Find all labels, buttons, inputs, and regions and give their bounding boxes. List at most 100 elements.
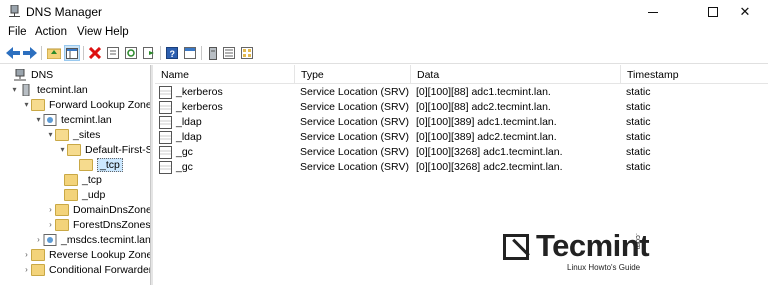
tree-item-tcp-selected[interactable]: _tcp bbox=[79, 157, 123, 172]
table-row[interactable]: _ldap Service Location (SRV) [0][100][38… bbox=[155, 130, 768, 145]
folder-icon bbox=[31, 98, 45, 111]
tecmint-watermark: Tecmint .com Linux Howto's Guide bbox=[503, 228, 653, 275]
collapse-arrow-icon[interactable]: ▾ bbox=[34, 115, 43, 124]
tree-item-label: tecmint.lan bbox=[37, 83, 88, 96]
menu-view[interactable]: View bbox=[77, 26, 102, 38]
server-button[interactable] bbox=[205, 45, 221, 61]
tree-item-label: DomainDnsZones bbox=[73, 203, 151, 216]
tree-item-domaindnszones[interactable]: › DomainDnsZones bbox=[46, 202, 151, 217]
expand-arrow-icon[interactable]: › bbox=[22, 265, 31, 274]
srv-record-icon bbox=[159, 161, 172, 174]
refresh-button[interactable] bbox=[123, 45, 139, 61]
tree-item-default-first-site[interactable]: ▾ Default-First-S bbox=[58, 142, 150, 157]
cell-name: _kerberos bbox=[176, 101, 223, 113]
toolbar-separator bbox=[201, 46, 202, 60]
cell-data: [0][100][3268] adc2.tecmint.lan. bbox=[416, 161, 563, 173]
tree-item-label: Conditional Forwarders bbox=[49, 263, 151, 276]
maximize-icon bbox=[708, 7, 718, 17]
close-button[interactable]: ✕ bbox=[722, 0, 768, 24]
show-console-tree-button[interactable] bbox=[64, 45, 80, 61]
expand-arrow-icon[interactable]: › bbox=[22, 250, 31, 259]
list-view-button[interactable] bbox=[221, 45, 237, 61]
tree-item-server[interactable]: ▾ tecmint.lan bbox=[10, 82, 88, 97]
details-view-button[interactable] bbox=[239, 45, 255, 61]
cell-name: _gc bbox=[176, 161, 193, 173]
collapse-arrow-icon[interactable]: ▾ bbox=[10, 85, 19, 94]
cell-type: Service Location (SRV) bbox=[300, 101, 409, 113]
back-button[interactable] bbox=[5, 45, 21, 61]
watermark-tagline: Linux Howto's Guide bbox=[567, 263, 641, 272]
menu-action[interactable]: Action bbox=[35, 26, 67, 38]
toolbar: ? bbox=[0, 42, 768, 64]
column-header-name[interactable]: Name bbox=[155, 65, 295, 84]
cell-timestamp: static bbox=[626, 101, 651, 113]
cell-name: _ldap bbox=[176, 116, 202, 128]
folder-icon bbox=[31, 263, 45, 276]
toolbar-separator bbox=[83, 46, 84, 60]
column-header-data[interactable]: Data bbox=[411, 65, 621, 84]
tree-item-forward-lookup-zones[interactable]: ▾ Forward Lookup Zones bbox=[22, 97, 151, 112]
expand-arrow-icon[interactable]: › bbox=[46, 205, 55, 214]
column-header-type[interactable]: Type bbox=[295, 65, 411, 84]
cell-name: _gc bbox=[176, 146, 193, 158]
srv-record-icon bbox=[159, 146, 172, 159]
srv-record-icon bbox=[159, 86, 172, 99]
table-row[interactable]: _kerberos Service Location (SRV) [0][100… bbox=[155, 100, 768, 115]
tree-item-label: Forward Lookup Zones bbox=[49, 98, 151, 111]
expand-arrow-icon[interactable]: › bbox=[34, 235, 43, 244]
cell-timestamp: static bbox=[626, 86, 651, 98]
export-list-button[interactable] bbox=[141, 45, 157, 61]
console-button[interactable] bbox=[182, 45, 198, 61]
pane-splitter[interactable] bbox=[151, 65, 153, 285]
cell-data: [0][100][389] adc2.tecmint.lan. bbox=[416, 131, 557, 143]
cell-timestamp: static bbox=[626, 161, 651, 173]
details-icon bbox=[241, 47, 253, 59]
title-bar: DNS Manager ✕ bbox=[0, 0, 768, 24]
tree-item-sites[interactable]: ▾ _sites bbox=[46, 127, 100, 142]
minimize-icon bbox=[648, 11, 658, 13]
menu-help[interactable]: Help bbox=[105, 26, 129, 38]
help-button[interactable]: ? bbox=[164, 45, 180, 61]
export-icon bbox=[143, 47, 154, 59]
dns-icon bbox=[14, 68, 26, 80]
tree-item-tcp[interactable]: _tcp bbox=[55, 172, 102, 187]
watermark-brand: Tecmint bbox=[536, 228, 650, 263]
table-row[interactable]: _ldap Service Location (SRV) [0][100][38… bbox=[155, 115, 768, 130]
tree-item-reverse-lookup-zones[interactable]: › Reverse Lookup Zones bbox=[22, 247, 150, 262]
up-one-level-button[interactable] bbox=[46, 45, 62, 61]
tree-item-zone-tecmint[interactable]: ▾ tecmint.lan bbox=[34, 112, 112, 127]
forward-button[interactable] bbox=[22, 45, 38, 61]
console-icon bbox=[184, 47, 196, 59]
tree-item-udp[interactable]: _udp bbox=[55, 187, 105, 202]
collapse-arrow-icon[interactable]: ▾ bbox=[58, 145, 67, 154]
table-row[interactable]: _kerberos Service Location (SRV) [0][100… bbox=[155, 85, 768, 100]
properties-button[interactable] bbox=[105, 45, 121, 61]
server-icon bbox=[209, 46, 217, 60]
table-row[interactable]: _gc Service Location (SRV) [0][100][3268… bbox=[155, 145, 768, 160]
help-icon: ? bbox=[166, 47, 178, 59]
window-title: DNS Manager bbox=[26, 5, 103, 19]
delete-button[interactable] bbox=[87, 45, 103, 61]
toolbar-separator bbox=[41, 46, 42, 60]
srv-record-icon bbox=[159, 116, 172, 129]
minimize-button[interactable] bbox=[630, 0, 676, 24]
list-icon bbox=[223, 47, 235, 59]
cell-name: _ldap bbox=[176, 131, 202, 143]
details-list: Name Type Data Timestamp _kerberos Servi… bbox=[155, 65, 768, 285]
tree-item-label: _sites bbox=[73, 128, 101, 141]
collapse-arrow-icon[interactable]: ▾ bbox=[22, 100, 31, 109]
tree-item-forestdnszones[interactable]: › ForestDnsZones bbox=[46, 217, 150, 232]
column-header-timestamp[interactable]: Timestamp bbox=[621, 65, 768, 84]
refresh-icon bbox=[125, 47, 137, 59]
tree-item-dns[interactable]: DNS bbox=[4, 67, 53, 82]
tree-item-msdcs[interactable]: › _msdcs.tecmint.lan bbox=[34, 232, 150, 247]
cell-type: Service Location (SRV) bbox=[300, 86, 409, 98]
menu-file[interactable]: File bbox=[8, 26, 27, 38]
menu-bar: File Action View Help bbox=[0, 24, 768, 42]
svg-text:?: ? bbox=[170, 49, 176, 59]
cell-timestamp: static bbox=[626, 116, 651, 128]
collapse-arrow-icon[interactable]: ▾ bbox=[46, 130, 55, 139]
tree-item-conditional-forwarders[interactable]: › Conditional Forwarders bbox=[22, 262, 151, 277]
expand-arrow-icon[interactable]: › bbox=[46, 220, 55, 229]
table-row[interactable]: _gc Service Location (SRV) [0][100][3268… bbox=[155, 160, 768, 175]
